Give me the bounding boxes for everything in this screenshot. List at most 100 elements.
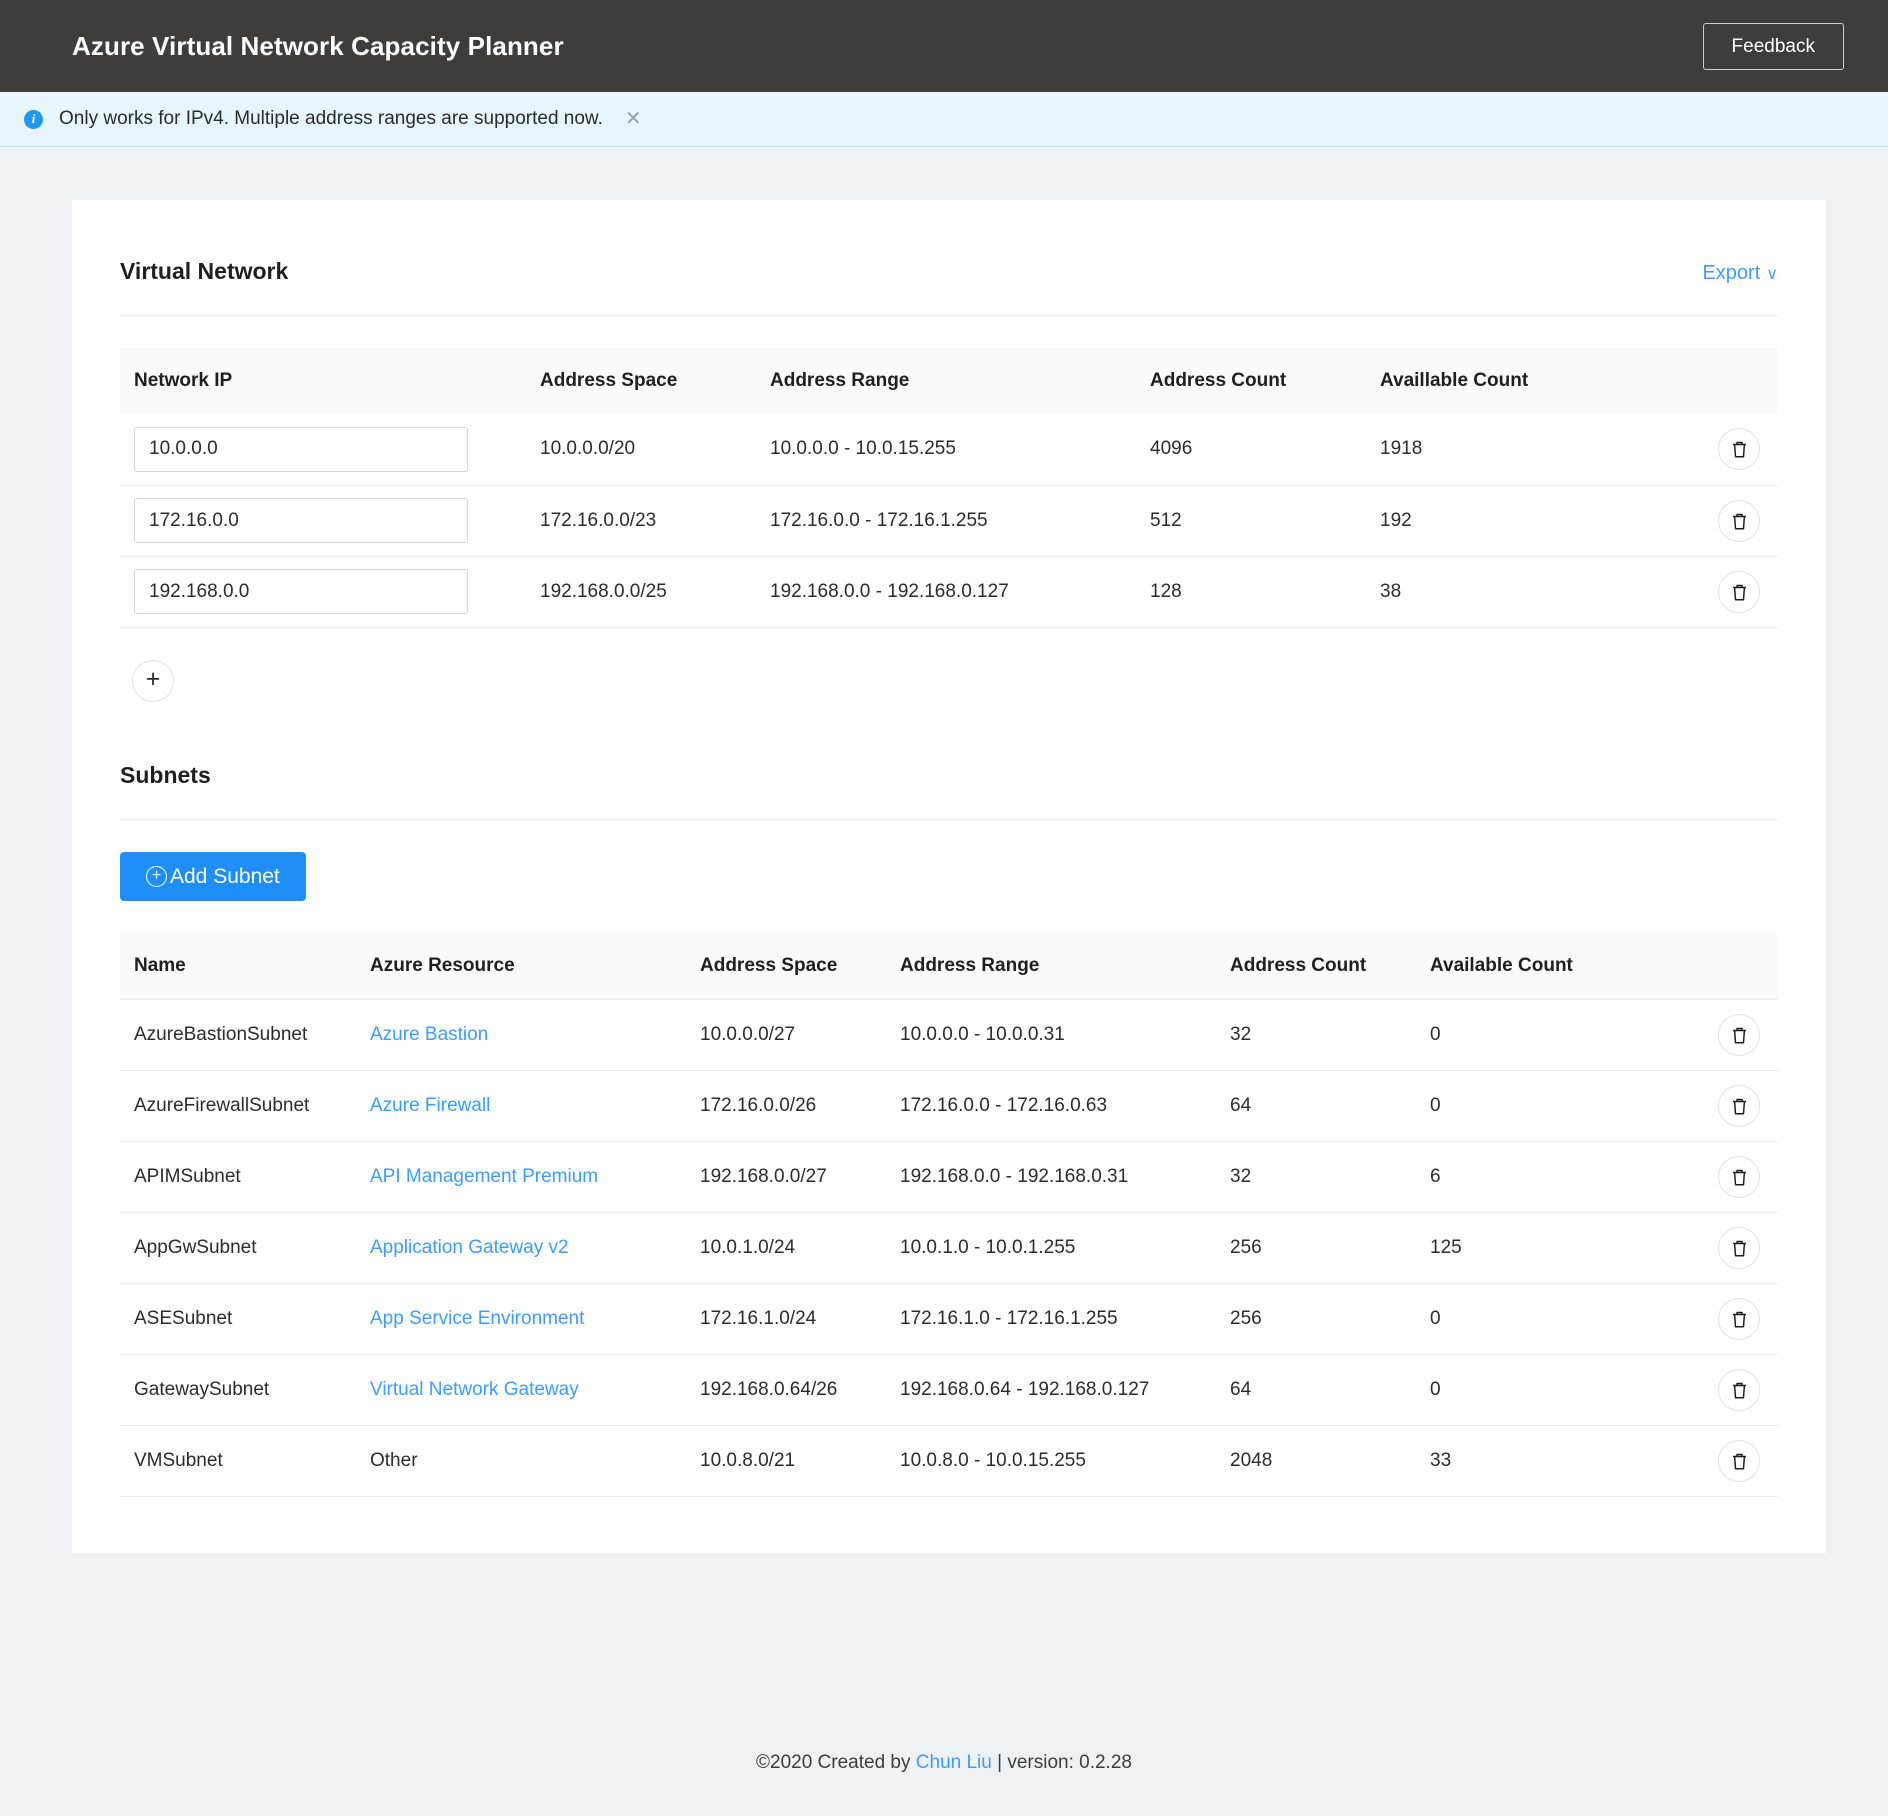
delete-subnet-button[interactable] (1718, 1439, 1760, 1482)
table-row: 192.168.0.0/25 192.168.0.0 - 192.168.0.1… (120, 555, 1778, 628)
column-header-actions (1660, 932, 1778, 999)
azure-resource-link[interactable]: App Service Environment (370, 1308, 584, 1329)
trash-icon (1732, 513, 1746, 529)
feedback-button[interactable]: Feedback (1702, 22, 1844, 70)
network-ip-input[interactable] (134, 569, 468, 614)
delete-subnet-button[interactable] (1718, 1013, 1760, 1056)
delete-subnet-button[interactable] (1718, 1368, 1760, 1411)
cell-address-range: 192.168.0.0 - 192.168.0.127 (770, 555, 1150, 628)
export-dropdown[interactable]: Export ∨ (1702, 262, 1778, 285)
virtual-network-title: Virtual Network (120, 258, 289, 284)
add-subnet-label: Add Subnet (170, 864, 280, 888)
column-header-actions (1680, 348, 1778, 414)
footer-suffix: | version: 0.2.28 (991, 1752, 1132, 1773)
cell-address-count: 2048 (1230, 1424, 1430, 1497)
column-header-address-range: Address Range (770, 348, 1150, 414)
virtual-network-table: Network IP Address Space Address Range A… (120, 348, 1778, 628)
trash-icon (1732, 1098, 1746, 1114)
cell-address-range: 10.0.0.0 - 10.0.15.255 (770, 438, 956, 460)
trash-icon (1732, 1027, 1746, 1043)
footer-prefix: ©2020 Created by (756, 1752, 916, 1773)
table-row: 10.0.0.0/20 10.0.0.0 - 10.0.15.255 4096 … (120, 414, 1778, 485)
column-header-address-space: Address Space (700, 932, 900, 999)
cell-address-space: 172.16.0.0/26 (700, 1069, 900, 1141)
table-row: 172.16.0.0/23 172.16.0.0 - 172.16.1.255 … (120, 484, 1778, 556)
cell-available-count: 0 (1430, 998, 1660, 1070)
column-header-address-space: Address Space (540, 348, 770, 414)
alert-message: Only works for IPv4. Multiple address ra… (59, 108, 603, 129)
column-header-address-count: Address Count (1150, 348, 1380, 414)
table-header-row: Network IP Address Space Address Range A… (120, 348, 1778, 414)
cell-available-count: 125 (1430, 1211, 1660, 1283)
delete-network-button[interactable] (1718, 428, 1760, 471)
azure-resource-link[interactable]: Azure Bastion (370, 1024, 488, 1045)
delete-network-button[interactable] (1718, 499, 1760, 542)
cell-address-range: 10.0.0.0 - 10.0.0.31 (900, 998, 1230, 1070)
cell-address-count: 32 (1230, 998, 1430, 1070)
network-ip-input[interactable] (134, 426, 468, 472)
azure-resource-label: Other (370, 1449, 418, 1471)
cell-address-range: 172.16.0.0 - 172.16.1.255 (770, 484, 1150, 556)
plus-circle-icon: + (146, 865, 167, 887)
info-icon: i (24, 109, 43, 129)
author-link[interactable]: Chun Liu (916, 1752, 992, 1773)
table-row: AzureBastionSubnet Azure Bastion 10.0.0.0/… (120, 998, 1778, 1070)
table-row: VMSubnet Other 10.0.8.0/21 10.0.8.0 - 10.0.… (120, 1424, 1778, 1497)
table-row: ASESubnet App Service Environment 172.16.1… (120, 1282, 1778, 1354)
trash-icon (1732, 442, 1746, 458)
cell-address-space: 172.16.1.0/24 (700, 1282, 900, 1354)
column-header-available-count: Available Count (1430, 932, 1660, 999)
subnets-table: Name Azure Resource Address Space Addres… (120, 932, 1778, 1497)
close-icon[interactable]: ✕ (621, 109, 646, 129)
delete-subnet-button[interactable] (1718, 1226, 1760, 1269)
cell-address-count: 512 (1150, 484, 1380, 556)
subnets-header: Subnets (120, 702, 1778, 820)
cell-address-space: 192.168.0.64/26 (700, 1353, 900, 1425)
info-alert: i Only works for IPv4. Multiple address … (0, 92, 1888, 147)
page-footer: ©2020 Created by Chun Liu | version: 0.2… (0, 1752, 1888, 1774)
cell-address-space: 192.168.0.0/25 (540, 555, 770, 628)
cell-name: APIMSubnet (120, 1140, 370, 1212)
top-navbar: Azure Virtual Network Capacity Planner F… (0, 0, 1888, 92)
cell-address-count: 256 (1230, 1282, 1430, 1354)
delete-subnet-button[interactable] (1718, 1297, 1760, 1340)
column-header-name: Name (120, 932, 370, 999)
cell-address-space: 10.0.0.0/27 (700, 998, 900, 1070)
delete-subnet-button[interactable] (1718, 1084, 1760, 1127)
cell-address-range: 172.16.1.0 - 172.16.1.255 (900, 1282, 1230, 1354)
table-row: AzureFirewallSubnet Azure Firewall 172.16.… (120, 1069, 1778, 1141)
delete-subnet-button[interactable] (1718, 1155, 1760, 1198)
cell-available-count: 0 (1430, 1282, 1660, 1354)
trash-icon (1732, 1240, 1746, 1256)
column-header-address-count: Address Count (1230, 932, 1430, 999)
add-network-button[interactable]: + (132, 659, 174, 702)
cell-available-count: 0 (1430, 1353, 1660, 1425)
cell-address-range: 10.0.1.0 - 10.0.1.255 (900, 1211, 1230, 1283)
delete-network-button[interactable] (1718, 570, 1760, 613)
azure-resource-link[interactable]: Virtual Network Gateway (370, 1379, 579, 1400)
cell-address-count: 256 (1230, 1211, 1430, 1283)
cell-address-space: 10.0.0.0/20 (540, 438, 636, 460)
chevron-down-icon: ∨ (1766, 266, 1778, 283)
cell-address-count: 64 (1230, 1069, 1430, 1141)
network-ip-input[interactable] (134, 498, 468, 543)
trash-icon (1732, 1169, 1746, 1185)
cell-name: AppGwSubnet (120, 1211, 370, 1283)
azure-resource-link[interactable]: Azure Firewall (370, 1095, 490, 1116)
cell-name: AzureBastionSubnet (120, 998, 370, 1070)
azure-resource-link[interactable]: Application Gateway v2 (370, 1237, 569, 1258)
cell-address-count: 4096 (1150, 438, 1193, 460)
cell-address-range: 192.168.0.0 - 192.168.0.31 (900, 1140, 1230, 1212)
cell-address-space: 10.0.1.0/24 (700, 1211, 900, 1283)
cell-available-count: 0 (1430, 1069, 1660, 1141)
trash-icon (1732, 584, 1746, 600)
cell-available-count: 1918 (1380, 438, 1423, 460)
virtual-network-header: Virtual Network Export ∨ (120, 200, 1778, 316)
cell-address-space: 172.16.0.0/23 (540, 484, 770, 556)
subnets-title: Subnets (120, 761, 211, 788)
azure-resource-link[interactable]: API Management Premium (370, 1166, 598, 1187)
cell-address-range: 192.168.0.64 - 192.168.0.127 (900, 1353, 1230, 1425)
add-subnet-button[interactable]: + Add Subnet (120, 851, 306, 901)
cell-address-space: 192.168.0.0/27 (700, 1140, 900, 1212)
subnets-table-body: AzureBastionSubnet Azure Bastion 10.0.0.0/… (120, 998, 1778, 1497)
